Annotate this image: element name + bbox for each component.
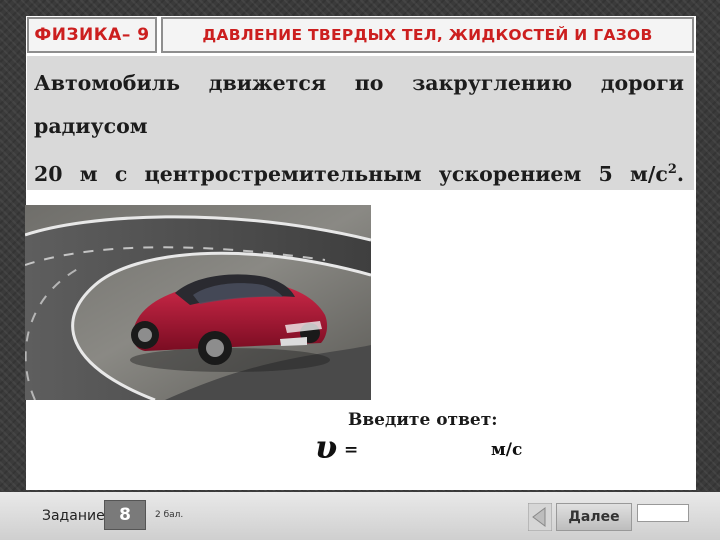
topic-header: ДАВЛЕНИЕ ТВЕРДЫХ ТЕЛ, ЖИДКОСТЕЙ И ГАЗОВ <box>161 17 694 53</box>
task-number: 8 <box>119 505 131 525</box>
next-button-label: Далее <box>568 509 620 525</box>
car-on-road-image <box>25 205 371 400</box>
answer-prompt: Введите ответ: <box>348 410 498 430</box>
answer-input[interactable] <box>362 437 486 463</box>
subject-header: ФИЗИКА– 9 <box>27 17 157 53</box>
task-label: Задание <box>42 508 105 524</box>
velocity-symbol: υ <box>315 428 338 466</box>
car-photo <box>25 205 371 400</box>
equals-sign: = <box>344 440 359 460</box>
subject-label: ФИЗИКА– 9 <box>34 25 150 45</box>
triangle-left-icon <box>527 502 553 532</box>
question-line-1: Автомобиль движется по закруглению дорог… <box>34 71 684 138</box>
unit-label: м/с <box>491 440 523 460</box>
task-number-badge: 8 <box>104 500 146 530</box>
points-label: 2 бал. <box>155 510 184 520</box>
superscript-two: 2 <box>667 162 677 177</box>
question-line-2-text: 20 м с центростремительным ускорением 5 … <box>34 161 668 186</box>
result-box <box>637 504 689 522</box>
back-button[interactable] <box>527 502 553 532</box>
topic-label: ДАВЛЕНИЕ ТВЕРДЫХ ТЕЛ, ЖИДКОСТЕЙ И ГАЗОВ <box>202 26 653 44</box>
next-button[interactable]: Далее <box>556 503 632 531</box>
